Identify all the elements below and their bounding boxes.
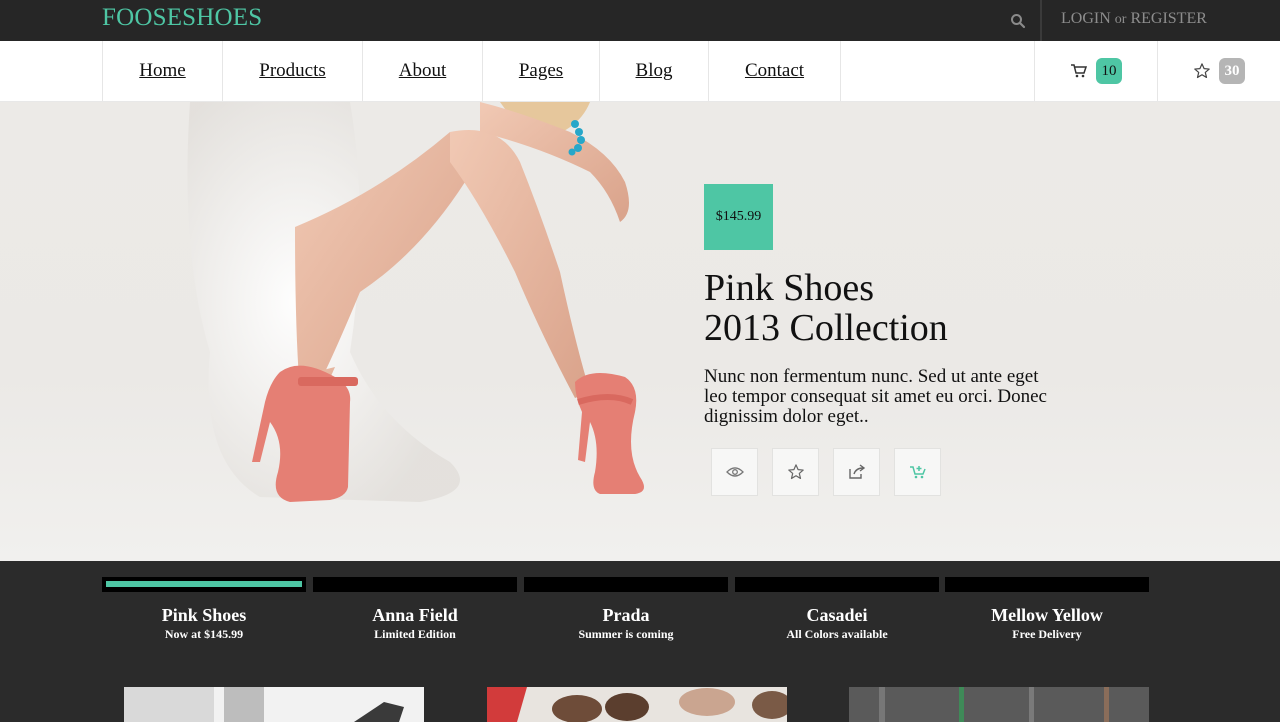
product-thumbnail[interactable]	[849, 687, 1149, 722]
slider-tab-mellow-yellow[interactable]: Mellow Yellow Free Delivery	[945, 577, 1149, 667]
hero-banner: $145.99 Pink Shoes 2013 Collection Nunc …	[0, 102, 1280, 561]
slider-tab-progress	[735, 577, 939, 592]
account-links: LOGIN or REGISTER	[1061, 10, 1207, 28]
slider-tab-subtitle: Free Delivery	[1012, 627, 1082, 641]
slider-tab-progress	[524, 577, 728, 592]
login-link[interactable]: LOGIN	[1061, 10, 1111, 27]
slider-tab-subtitle: Summer is coming	[578, 627, 674, 641]
eye-icon	[725, 467, 744, 477]
slider-tab-title: Prada	[602, 605, 650, 625]
hero-model-image	[187, 102, 644, 502]
slider-tabs: Pink Shoes Now at $145.99 Anna Field Lim…	[0, 561, 1280, 667]
slider-tab-progress	[102, 577, 306, 592]
slider-tab-pink-shoes[interactable]: Pink Shoes Now at $145.99	[102, 577, 306, 667]
cart-count-badge: 10	[1096, 58, 1122, 84]
nav-item-products[interactable]: Products	[222, 41, 362, 101]
product-thumbnail-image	[849, 687, 1149, 722]
top-divider	[1040, 0, 1042, 41]
nav-item-home[interactable]: Home	[102, 41, 222, 101]
add-to-wishlist-button[interactable]	[772, 448, 819, 496]
slider-tab-title: Casadei	[806, 605, 868, 625]
top-bar: FOOSESHOES LOGIN or REGISTER	[0, 0, 1280, 41]
main-navigation: Home Products About Pages Blog Contact 1…	[0, 41, 1280, 102]
search-button[interactable]	[998, 0, 1038, 41]
slider-tab-anna-field[interactable]: Anna Field Limited Edition	[313, 577, 517, 667]
wishlist-button[interactable]: 30	[1157, 41, 1280, 101]
price-tag: $145.99	[704, 184, 773, 250]
slider-tab-casadei[interactable]: Casadei All Colors available	[735, 577, 939, 667]
nav-item-contact[interactable]: Contact	[708, 41, 840, 101]
slider-tab-title: Anna Field	[372, 605, 458, 625]
slider-tab-progress	[313, 577, 517, 592]
wishlist-count-badge: 30	[1219, 58, 1245, 84]
login-or-text: or	[1114, 12, 1127, 27]
hero-title: Pink Shoes 2013 Collection	[704, 268, 948, 348]
slider-tab-title: Pink Shoes	[161, 605, 247, 625]
hero-title-line1: Pink Shoes	[704, 267, 874, 309]
slider-tab-progress	[945, 577, 1149, 592]
register-link[interactable]: REGISTER	[1130, 10, 1206, 27]
slider-tab-subtitle: Limited Edition	[374, 627, 456, 641]
hero-description: Nunc non fermentum nunc. Sed ut ante ege…	[704, 366, 1047, 427]
add-to-cart-icon	[909, 466, 926, 479]
nav-divider	[840, 41, 841, 101]
star-icon	[1194, 63, 1210, 79]
slider-tab-title: Mellow Yellow	[991, 605, 1103, 625]
slider-tab-subtitle: Now at $145.99	[164, 627, 244, 641]
slider-tab-prada[interactable]: Prada Summer is coming	[524, 577, 728, 667]
product-thumbnail[interactable]	[487, 687, 787, 722]
add-to-cart-button[interactable]	[894, 448, 941, 496]
product-thumbnail-image	[487, 687, 787, 722]
hero-actions	[711, 448, 941, 496]
cart-button[interactable]: 10	[1034, 41, 1157, 101]
product-thumbnail-image	[124, 687, 424, 722]
nav-item-pages[interactable]: Pages	[482, 41, 599, 101]
quick-view-button[interactable]	[711, 448, 758, 496]
slider-tab-subtitle: All Colors available	[786, 627, 888, 641]
star-icon	[787, 464, 804, 480]
nav-item-blog[interactable]: Blog	[599, 41, 708, 101]
site-logo[interactable]: FOOSESHOES	[102, 4, 262, 32]
share-icon	[848, 464, 865, 479]
share-button[interactable]	[833, 448, 880, 496]
product-thumbnail[interactable]	[124, 687, 424, 722]
cart-icon	[1071, 64, 1088, 78]
search-icon	[1011, 13, 1026, 28]
product-thumbnails	[0, 667, 1280, 722]
nav-item-about[interactable]: About	[362, 41, 482, 101]
hero-title-line2: 2013 Collection	[704, 307, 948, 349]
